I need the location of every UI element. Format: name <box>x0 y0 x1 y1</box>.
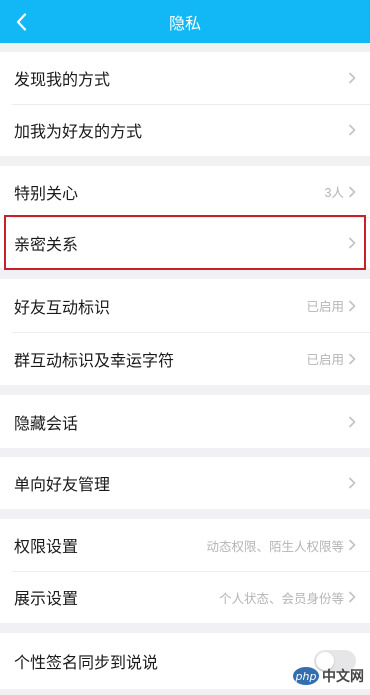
row-label: 加我为好友的方式 <box>14 124 143 141</box>
row-intimate-relationship[interactable]: 亲密关系 <box>0 217 370 268</box>
watermark: php 中文网 <box>293 663 364 689</box>
chevron-right-icon <box>348 185 356 198</box>
page-title: 隐私 <box>168 15 201 33</box>
chevron-right-icon <box>348 299 356 312</box>
row-label: 单向好友管理 <box>14 477 111 494</box>
row-label: 权限设置 <box>14 539 79 556</box>
php-logo: php <box>293 667 319 685</box>
row-label: 发现我的方式 <box>14 72 111 89</box>
row-special-care[interactable]: 特别关心 3人 <box>0 166 370 217</box>
row-value: 3人 <box>324 186 344 200</box>
row-group-interaction-badge[interactable]: 群互动标识及幸运字符 已启用 <box>0 332 370 385</box>
row-label: 个性签名同步到说说 <box>14 655 159 672</box>
row-label: 亲密关系 <box>14 236 79 254</box>
chevron-right-icon <box>348 539 356 551</box>
row-label: 展示设置 <box>14 591 79 608</box>
chevron-right-icon <box>348 477 356 489</box>
row-value: 已启用 <box>306 353 344 367</box>
row-one-way-friends[interactable]: 单向好友管理 <box>0 457 370 509</box>
one-way-friends-group: 单向好友管理 <box>0 457 370 509</box>
chevron-right-icon <box>348 236 356 249</box>
row-hidden-chats[interactable]: 隐藏会话 <box>0 395 370 448</box>
chevron-right-icon <box>348 72 356 84</box>
row-label: 特别关心 <box>14 185 79 203</box>
interaction-badges-group: 好友互动标识 已启用 群互动标识及幸运字符 已启用 <box>0 279 370 385</box>
row-value: 已启用 <box>306 300 344 314</box>
row-label: 群互动标识及幸运字符 <box>14 352 175 370</box>
relationship-group: 特别关心 3人 亲密关系 <box>0 166 370 268</box>
row-display-settings[interactable]: 展示设置 个人状态、会员身份等 <box>0 571 370 623</box>
row-friend-interaction-badge[interactable]: 好友互动标识 已启用 <box>0 279 370 332</box>
row-discovery-method[interactable]: 发现我的方式 <box>0 52 370 104</box>
row-add-friend-method[interactable]: 加我为好友的方式 <box>0 104 370 156</box>
discovery-group: 发现我的方式 加我为好友的方式 <box>0 52 370 156</box>
row-permission-settings[interactable]: 权限设置 动态权限、陌生人权限等 <box>0 519 370 571</box>
hidden-chats-group: 隐藏会话 <box>0 395 370 448</box>
chevron-right-icon <box>348 124 356 136</box>
chevron-right-icon <box>348 352 356 365</box>
row-value: 动态权限、陌生人权限等 <box>206 539 344 554</box>
chevron-right-icon <box>348 591 356 603</box>
row-value: 个人状态、会员身份等 <box>218 591 344 606</box>
navigation-bar: 隐私 <box>0 0 370 43</box>
watermark-text: 中文网 <box>322 668 364 684</box>
row-label: 好友互动标识 <box>14 299 111 317</box>
chevron-right-icon <box>348 415 356 428</box>
permissions-group: 权限设置 动态权限、陌生人权限等 展示设置 个人状态、会员身份等 <box>0 519 370 623</box>
row-label: 隐藏会话 <box>14 415 79 433</box>
